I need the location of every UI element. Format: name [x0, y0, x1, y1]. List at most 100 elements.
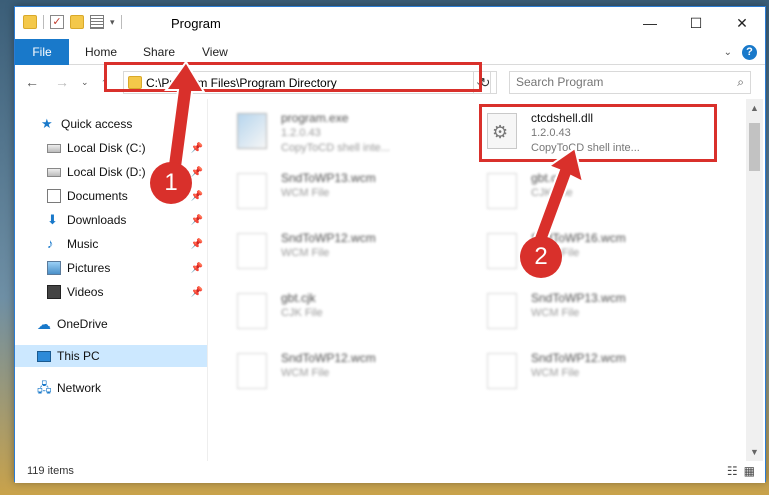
nav-item-label: Downloads: [67, 213, 127, 227]
file-name: SndToWP12.wcm: [281, 231, 376, 245]
nav-item-label: OneDrive: [57, 317, 108, 331]
file-item[interactable]: SndToWP13.wcm WCM File: [229, 167, 469, 225]
title-bar: ✓ ▾ Program — ☐ ✕: [15, 7, 765, 39]
file-item[interactable]: gbt.cjk CJK File: [479, 167, 719, 225]
forward-arrow-icon[interactable]: →: [55, 74, 69, 90]
details-view-icon[interactable]: ☷: [727, 464, 738, 478]
window-title: Program: [171, 16, 221, 31]
music-icon: ♪: [47, 236, 54, 251]
disk-icon: [47, 143, 61, 153]
nav-item-label: Local Disk (C:): [67, 141, 146, 155]
file-icon: [237, 353, 267, 389]
file-type: WCM File: [281, 187, 330, 199]
nav-item-this-pc[interactable]: This PC: [15, 345, 207, 367]
ribbon-right-controls: ⌄ ?: [724, 45, 757, 60]
file-name: program.exe: [281, 111, 349, 125]
pin-icon: 📌: [190, 214, 203, 226]
nav-item-videos[interactable]: Videos 📌: [15, 281, 207, 303]
file-name: SndToWP12.wcm: [281, 351, 376, 365]
status-bar: 119 items ☷ ▦: [15, 461, 765, 483]
file-name: gbt.cjk: [281, 291, 316, 305]
file-icon: [237, 233, 267, 269]
pin-icon: 📌: [190, 190, 203, 202]
nav-item-label: Network: [57, 381, 102, 395]
help-icon[interactable]: ?: [742, 45, 757, 60]
file-type: WCM File: [281, 367, 330, 379]
computer-icon: [37, 350, 51, 362]
nav-item-music[interactable]: ♪ Music 📌: [15, 233, 207, 255]
search-input[interactable]: [516, 75, 726, 89]
download-icon: ⬇: [47, 212, 58, 227]
new-folder-icon[interactable]: [70, 15, 84, 29]
file-icon: [237, 293, 267, 329]
file-item[interactable]: SndToWP13.wcm WCM File: [479, 287, 719, 345]
application-icon: [237, 113, 267, 149]
file-description: CopyToCD shell inte...: [281, 142, 390, 154]
vertical-scrollbar[interactable]: ▲ ▼: [746, 99, 763, 461]
cloud-icon: ☁: [37, 316, 51, 332]
nav-item-onedrive[interactable]: ☁ OneDrive: [15, 313, 207, 335]
step-2-badge: 2: [520, 236, 562, 278]
properties-icon[interactable]: [90, 15, 104, 29]
divider: [120, 15, 122, 29]
videos-icon: [47, 285, 61, 299]
file-type: WCM File: [281, 247, 330, 259]
view-buttons: ☷ ▦: [727, 464, 755, 478]
recent-locations-chevron-icon[interactable]: ⌄: [81, 77, 89, 88]
file-type: WCM File: [531, 307, 580, 319]
nav-item-label: This PC: [57, 349, 100, 363]
folder-icon: [23, 15, 37, 29]
pin-icon: 📌: [190, 238, 203, 250]
nav-item-label: Quick access: [61, 117, 133, 131]
expand-ribbon-chevron-icon[interactable]: ⌄: [724, 47, 732, 58]
file-item[interactable]: SndToWP12.wcm WCM File: [229, 347, 469, 405]
scroll-up-icon[interactable]: ▲: [750, 103, 759, 113]
file-icon: [487, 353, 517, 389]
minimize-button[interactable]: —: [627, 7, 673, 39]
file-name: SndToWP12.wcm: [531, 351, 626, 365]
nav-item-label: Videos: [67, 285, 104, 299]
divider: [43, 15, 44, 29]
pin-icon: 📌: [190, 262, 203, 274]
quick-access-toolbar: ✓ ▾: [23, 15, 122, 29]
dll-file-highlight: [479, 104, 717, 162]
file-item[interactable]: SndToWP16.wcm WCM File: [479, 227, 719, 285]
network-icon: 🖧: [37, 380, 52, 395]
file-type: CJK File: [281, 307, 323, 319]
file-icon: [487, 233, 517, 269]
nav-item-label: Documents: [67, 189, 128, 203]
maximize-button[interactable]: ☐: [673, 7, 719, 39]
search-icon[interactable]: ⌕: [737, 75, 744, 90]
file-icon: [237, 173, 267, 209]
back-arrow-icon[interactable]: ←: [25, 74, 39, 90]
large-icons-view-icon[interactable]: ▦: [744, 464, 755, 478]
pin-icon: 📌: [190, 286, 203, 298]
nav-item-downloads[interactable]: ⬇ Downloads 📌: [15, 209, 207, 231]
file-type: WCM File: [531, 367, 580, 379]
pictures-icon: [47, 261, 61, 275]
scroll-down-icon[interactable]: ▼: [750, 447, 759, 457]
file-icon: [487, 293, 517, 329]
window-controls: — ☐ ✕: [627, 7, 765, 39]
close-button[interactable]: ✕: [719, 7, 765, 39]
file-name: SndToWP13.wcm: [281, 171, 376, 185]
nav-item-pictures[interactable]: Pictures 📌: [15, 257, 207, 279]
file-item-program-exe[interactable]: program.exe 1.2.0.43 CopyToCD shell inte…: [229, 107, 469, 165]
nav-item-label: Music: [67, 237, 99, 251]
file-icon: [487, 173, 517, 209]
search-box[interactable]: ⌕: [509, 71, 751, 94]
nav-item-network[interactable]: 🖧 Network: [15, 377, 207, 399]
properties-check-icon[interactable]: ✓: [50, 15, 64, 29]
file-name: SndToWP13.wcm: [531, 291, 626, 305]
nav-item-label: Pictures: [67, 261, 111, 275]
nav-item-label: Local Disk (D:): [67, 165, 146, 179]
scroll-thumb[interactable]: [749, 123, 760, 171]
file-item[interactable]: SndToWP12.wcm WCM File: [229, 227, 469, 285]
item-count: 119 items: [27, 465, 74, 477]
document-icon: [47, 189, 61, 203]
file-item[interactable]: SndToWP12.wcm WCM File: [479, 347, 719, 405]
file-version: 1.2.0.43: [281, 127, 321, 139]
file-item[interactable]: gbt.cjk CJK File: [229, 287, 469, 345]
customize-toolbar-chevron-icon[interactable]: ▾: [110, 17, 115, 28]
step-1-badge: 1: [150, 162, 192, 204]
